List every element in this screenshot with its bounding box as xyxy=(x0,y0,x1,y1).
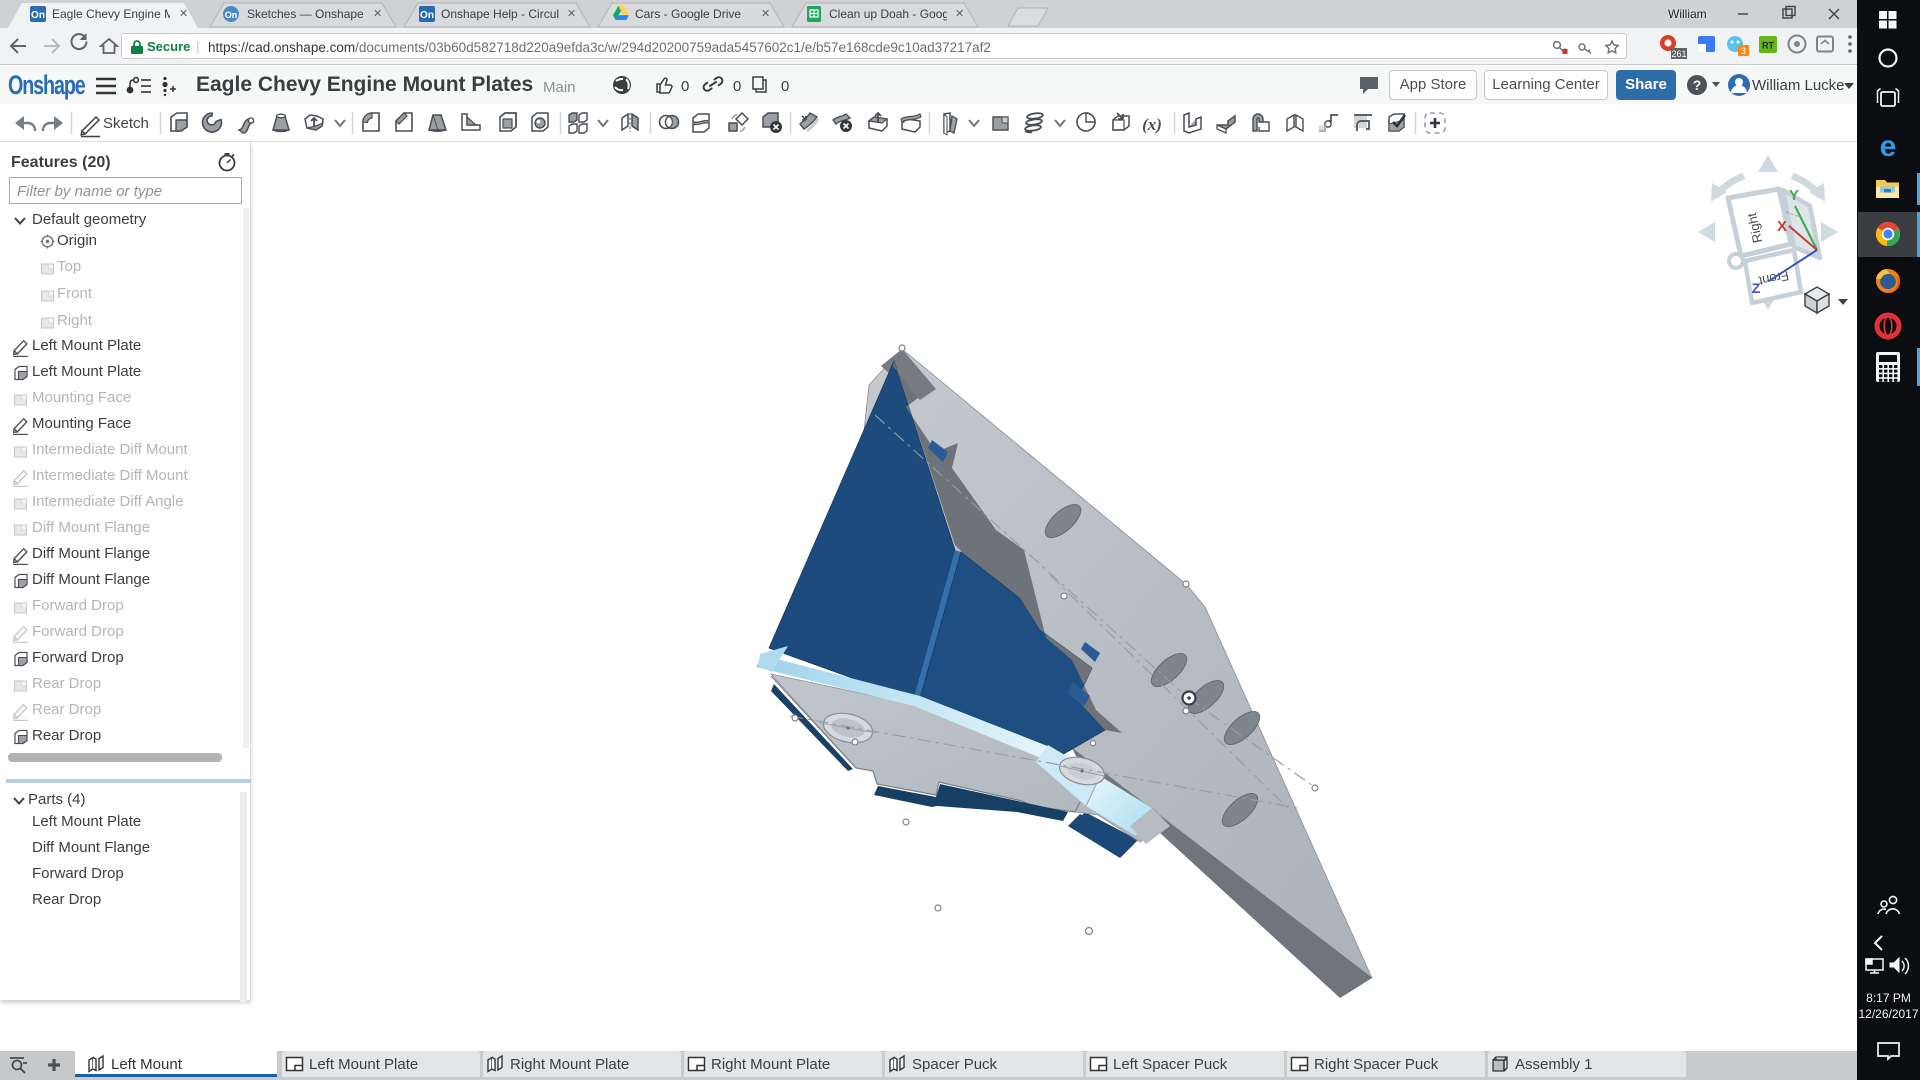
svg-text:0: 0 xyxy=(781,78,789,95)
svg-text:(x): (x) xyxy=(1142,115,1162,134)
svg-text:?: ? xyxy=(1693,77,1702,93)
svg-text:e: e xyxy=(1880,130,1897,163)
svg-text:RT: RT xyxy=(1762,41,1774,51)
svg-text:X: X xyxy=(1777,218,1787,235)
svg-text:0: 0 xyxy=(733,78,741,95)
svg-text:261: 261 xyxy=(1671,49,1686,59)
svg-text:On: On xyxy=(420,10,434,21)
svg-text:Z: Z xyxy=(1752,280,1761,296)
svg-text:3: 3 xyxy=(1741,46,1746,56)
svg-text:0: 0 xyxy=(681,78,689,95)
svg-text:On: On xyxy=(31,10,45,21)
svg-text:On: On xyxy=(225,10,238,20)
svg-text:Y: Y xyxy=(1789,187,1799,204)
